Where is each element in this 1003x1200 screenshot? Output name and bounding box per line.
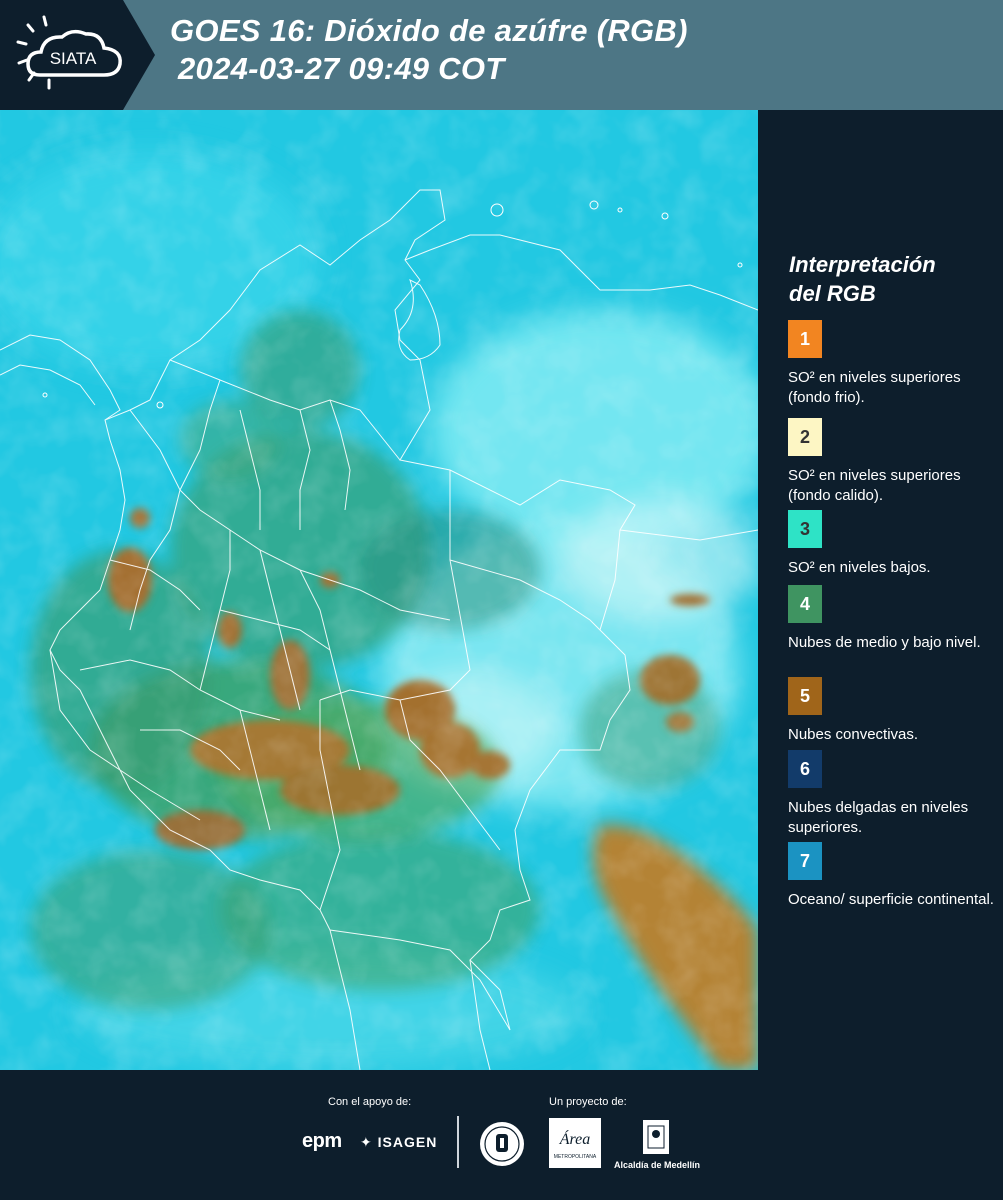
alcaldia-logo: Alcaldía de Medellín: [612, 1118, 702, 1172]
title-line-1: GOES 16: Dióxido de azúfre (RGB): [170, 13, 688, 48]
legend-swatch-3: 3: [788, 510, 822, 548]
legend-item-4: 4 Nubes de medio y bajo nivel.: [788, 585, 998, 653]
title-line-2: 2024-03-27 09:49 COT: [178, 51, 505, 86]
legend-title-line-2: del RGB: [789, 281, 876, 306]
legend-item-3: 3 SO² en niveles bajos.: [788, 510, 998, 578]
legend-desc-3: SO² en niveles bajos.: [788, 559, 931, 576]
project-label: Un proyecto de:: [549, 1096, 627, 1108]
legend-panel: Interpretación del RGB 1 SO² en niveles …: [758, 110, 1003, 1070]
legend-swatch-4: 4: [788, 585, 822, 623]
alcaldia-label: Alcaldía de Medellín: [613, 1160, 701, 1170]
map-canvas: [0, 110, 758, 1070]
epm-logo: epm: [302, 1130, 342, 1152]
isagen-label: ISAGEN: [377, 1134, 438, 1150]
satellite-map: [0, 110, 758, 1070]
amva-logo-subtext: METROPOLITANA: [554, 1154, 597, 1160]
legend-desc-2: SO² en niveles superiores (fondo calido)…: [788, 467, 961, 504]
siata-logo-text: SIATA: [50, 49, 97, 68]
siata-logo: SIATA: [0, 0, 155, 110]
amva-logo-text: Área: [559, 1129, 591, 1148]
legend-item-7: 7 Oceano/ superficie continental.: [788, 842, 998, 910]
support-label: Con el apoyo de:: [328, 1096, 412, 1108]
legend-swatch-1: 1: [788, 320, 822, 358]
legend-desc-5: Nubes convectivas.: [788, 726, 919, 743]
legend-item-1: 1 SO² en niveles superiores (fondo frio)…: [788, 320, 998, 408]
footer-divider: [457, 1116, 459, 1168]
footer: Con el apoyo de: Un proyecto de: epm ✦ I…: [0, 1070, 1003, 1200]
legend-desc-6: Nubes delgadas en niveles superiores.: [788, 799, 969, 836]
isagen-icon: ✦: [360, 1134, 373, 1150]
header-bar: SIATA GOES 16: Dióxido de azúfre (RGB) 2…: [0, 0, 1003, 110]
legend-swatch-7: 7: [788, 842, 822, 880]
city-shield-icon: [643, 1120, 669, 1154]
area-metropolitana-logo: Área METROPOLITANA: [549, 1118, 601, 1168]
legend-desc-7: Oceano/ superficie continental.: [788, 891, 994, 908]
university-seal-icon: [480, 1122, 524, 1166]
legend-item-6: 6 Nubes delgadas en niveles superiores.: [788, 750, 998, 838]
legend-swatch-5: 5: [788, 677, 822, 715]
legend-swatch-6: 6: [788, 750, 822, 788]
legend-item-2: 2 SO² en niveles superiores (fondo calid…: [788, 418, 998, 506]
legend-desc-4: Nubes de medio y bajo nivel.: [788, 634, 981, 651]
legend-title-line-1: Interpretación: [789, 252, 936, 277]
legend-swatch-2: 2: [788, 418, 822, 456]
page-title: GOES 16: Dióxido de azúfre (RGB) 2024-03…: [170, 12, 688, 88]
legend-item-5: 5 Nubes convectivas.: [788, 677, 998, 745]
legend-desc-1: SO² en niveles superiores (fondo frio).: [788, 369, 961, 406]
isagen-logo: ✦ ISAGEN: [360, 1134, 437, 1151]
legend-title: Interpretación del RGB: [789, 250, 936, 308]
